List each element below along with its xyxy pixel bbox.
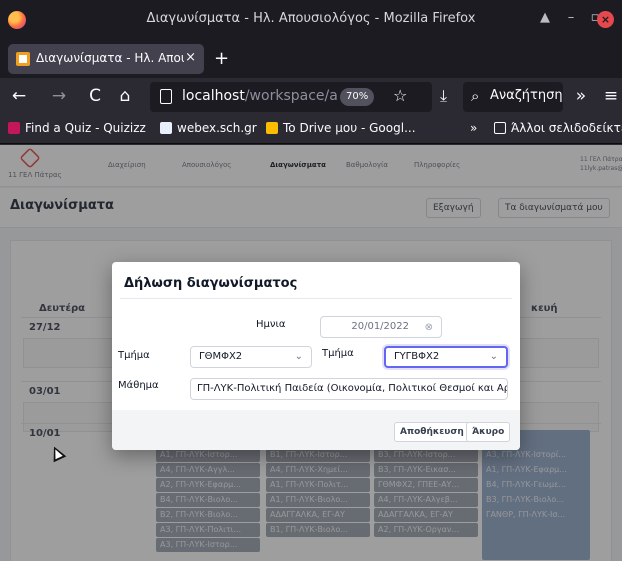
search-icon: ⌕: [471, 87, 480, 105]
bookmarks-toolbar: Find a Quiz - Quizizz webex.sch.gr To Dr…: [0, 116, 622, 144]
window-titlebar: Διαγωνίσματα - Ηλ. Απουσιολόγος - Mozill…: [0, 0, 622, 40]
url-bar[interactable]: localhost/workspace/a 70% ☆: [150, 82, 432, 112]
quizizz-icon: [8, 122, 20, 134]
google-drive-icon: [266, 122, 278, 134]
class2-value: ΓΥΓΒΦΧ2: [394, 351, 440, 362]
back-icon[interactable]: ←: [8, 86, 30, 106]
reload-icon[interactable]: C: [84, 86, 106, 106]
class2-select[interactable]: ΓΥΓΒΦΧ2 ⌄: [384, 346, 508, 368]
zoom-level-badge[interactable]: 70%: [340, 88, 375, 106]
tab-close-icon[interactable]: ×: [185, 50, 196, 65]
bookmark-label: Find a Quiz - Quizizz: [25, 121, 146, 135]
download-icon[interactable]: ⤓: [440, 86, 447, 106]
overflow-icon[interactable]: »: [570, 86, 592, 106]
date-value: 20/01/2022: [351, 321, 409, 332]
date-field[interactable]: 20/01/2022 ⊗: [320, 316, 442, 338]
other-bookmarks-label: Άλλοι σελιδοδείκτες: [511, 121, 622, 135]
bookmark-webex[interactable]: webex.sch.gr: [160, 121, 257, 135]
save-button[interactable]: Αποθήκευση: [394, 422, 470, 442]
cancel-button[interactable]: Άκυρο: [466, 422, 511, 442]
bookmark-label: To Drive μου - Googl...: [283, 121, 416, 135]
tab-strip: Διαγωνίσματα - Ηλ. Απουσι × +: [0, 40, 622, 78]
dialog-footer: Αποθήκευση Άκυρο: [112, 410, 520, 450]
bookmark-drive[interactable]: To Drive μου - Googl...: [266, 121, 416, 135]
tab-favicon-icon: [16, 52, 30, 66]
home-icon[interactable]: ⌂: [114, 86, 136, 106]
navigation-toolbar: ← → C ⌂ localhost/workspace/a 70% ☆ ⤓ ⌕ …: [0, 78, 622, 116]
subject-value: ΓΠ-ΛΥΚ-Πολιτική Παιδεία (Οικονομία, Πολι…: [197, 383, 508, 394]
subject-select[interactable]: ΓΠ-ΛΥΚ-Πολιτική Παιδεία (Οικονομία, Πολι…: [190, 378, 508, 400]
browser-tab[interactable]: Διαγωνίσματα - Ηλ. Απουσι ×: [8, 44, 204, 74]
class1-label: Τμήμα: [118, 350, 150, 361]
dialog-divider: [120, 298, 512, 299]
bookmark-star-icon[interactable]: ☆: [393, 86, 407, 105]
window-title: Διαγωνίσματα - Ηλ. Απουσιολόγος - Mozill…: [146, 11, 476, 26]
other-bookmarks[interactable]: Άλλοι σελιδοδείκτες: [494, 121, 622, 135]
window-menu-icon[interactable]: ▲: [536, 10, 554, 25]
subject-label: Μάθημα: [118, 380, 159, 391]
bookmarks-overflow-icon[interactable]: »: [470, 121, 477, 135]
clear-date-icon[interactable]: ⊗: [425, 318, 433, 337]
bookmark-label: webex.sch.gr: [177, 121, 257, 135]
date-label: Ημνια: [256, 319, 286, 330]
bookmark-quizizz[interactable]: Find a Quiz - Quizizz: [8, 121, 146, 135]
url-path: /workspace/a: [244, 88, 338, 104]
search-box[interactable]: ⌕ Αναζήτηση: [463, 82, 563, 112]
chevron-down-icon: ⌄: [489, 351, 498, 362]
chevron-down-icon: ⌄: [294, 351, 303, 362]
class1-value: ΓΘΜΦΧ2: [199, 351, 243, 362]
page-icon: [160, 89, 172, 104]
window-close-button[interactable]: ×: [597, 11, 614, 28]
folder-icon: [494, 122, 506, 134]
new-tab-button[interactable]: +: [214, 48, 229, 69]
forward-icon[interactable]: →: [48, 86, 70, 106]
webex-icon: [160, 122, 172, 134]
search-placeholder: Αναζήτηση: [490, 88, 563, 103]
declare-test-dialog: Δήλωση διαγωνίσματος Ημνια 20/01/2022 ⊗ …: [112, 262, 520, 450]
tab-label: Διαγωνίσματα - Ηλ. Απουσι: [36, 51, 184, 65]
class2-label: Τμήμα: [322, 348, 354, 359]
dialog-title: Δήλωση διαγωνίσματος: [124, 276, 298, 291]
url-text: localhost/workspace/a: [182, 88, 338, 104]
hamburger-menu-icon[interactable]: ≡: [600, 86, 622, 106]
url-host: localhost: [182, 88, 245, 104]
minimize-icon[interactable]: –: [562, 10, 580, 25]
class1-select[interactable]: ΓΘΜΦΧ2 ⌄: [190, 346, 312, 368]
